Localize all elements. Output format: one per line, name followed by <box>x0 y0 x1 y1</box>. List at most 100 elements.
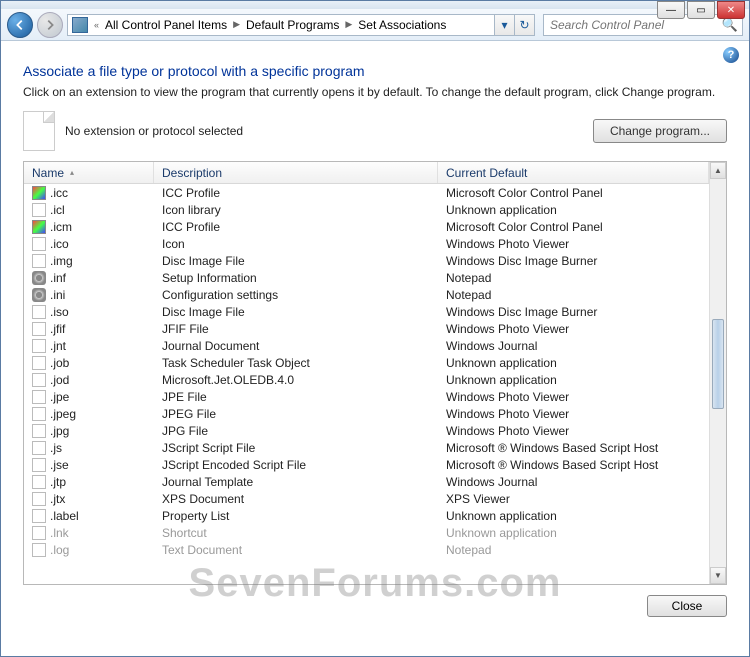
filetype-icon <box>32 458 46 472</box>
table-row[interactable]: .jpegJPEG FileWindows Photo Viewer <box>24 405 709 422</box>
list-header: Name▴ Description Current Default <box>24 162 709 184</box>
filetype-icon <box>32 322 46 336</box>
ext-label: .jfif <box>50 322 65 336</box>
table-row[interactable]: .log Text DocumentNotepad <box>24 541 709 558</box>
desc-cell: JPG File <box>154 424 438 438</box>
table-row[interactable]: .jsJScript Script FileMicrosoft ® Window… <box>24 439 709 456</box>
address-dropdown-button[interactable]: ▾ <box>495 14 515 36</box>
table-row[interactable]: .jpeJPE FileWindows Photo Viewer <box>24 388 709 405</box>
back-arrow-icon <box>13 18 27 32</box>
breadcrumb-default-programs[interactable]: Default Programs <box>242 15 343 35</box>
refresh-button[interactable]: ↻ <box>515 14 535 36</box>
desc-cell: Task Scheduler Task Object <box>154 356 438 370</box>
breadcrumb-overflow[interactable]: « <box>92 20 101 30</box>
default-cell: Windows Disc Image Burner <box>438 254 709 268</box>
forward-arrow-icon <box>43 18 57 32</box>
column-header-name[interactable]: Name▴ <box>24 162 154 183</box>
vertical-scrollbar[interactable]: ▲ ▼ <box>709 162 726 584</box>
filetype-icon <box>32 373 46 387</box>
breadcrumb-all-items[interactable]: All Control Panel Items <box>101 15 231 35</box>
table-row[interactable]: .jtpJournal TemplateWindows Journal <box>24 473 709 490</box>
table-row[interactable]: .lnkShortcutUnknown application <box>24 524 709 541</box>
scroll-up-button[interactable]: ▲ <box>710 162 726 179</box>
scroll-down-button[interactable]: ▼ <box>710 567 726 584</box>
default-cell: XPS Viewer <box>438 492 709 506</box>
desc-cell: Shortcut <box>154 526 438 540</box>
default-cell: Microsoft Color Control Panel <box>438 220 709 234</box>
filetype-icon <box>32 424 46 438</box>
table-row[interactable]: .jtxXPS DocumentXPS Viewer <box>24 490 709 507</box>
table-row[interactable]: .jntJournal DocumentWindows Journal <box>24 337 709 354</box>
default-cell: Windows Journal <box>438 475 709 489</box>
filetype-icon <box>32 441 46 455</box>
navigation-bar: « All Control Panel Items ▶ Default Prog… <box>1 9 749 41</box>
scroll-track[interactable] <box>710 179 726 567</box>
table-row[interactable]: .icmICC ProfileMicrosoft Color Control P… <box>24 218 709 235</box>
table-row[interactable]: .iclIcon libraryUnknown application <box>24 201 709 218</box>
filetype-icon <box>32 339 46 353</box>
filetype-icon <box>32 475 46 489</box>
desc-cell: Microsoft.Jet.OLEDB.4.0 <box>154 373 438 387</box>
default-cell: Unknown application <box>438 203 709 217</box>
desc-cell: Disc Image File <box>154 305 438 319</box>
help-icon[interactable]: ? <box>723 47 739 63</box>
ext-label: .ini <box>50 288 65 302</box>
desc-cell: Journal Template <box>154 475 438 489</box>
maximize-button[interactable]: ▭ <box>687 1 715 19</box>
ext-label: .label <box>50 509 79 523</box>
table-row[interactable]: .icoIconWindows Photo Viewer <box>24 235 709 252</box>
column-header-description[interactable]: Description <box>154 162 438 183</box>
chevron-right-icon: ▶ <box>231 19 242 30</box>
desc-cell: JScript Script File <box>154 441 438 455</box>
table-row[interactable]: .jodMicrosoft.Jet.OLEDB.4.0Unknown appli… <box>24 371 709 388</box>
scroll-thumb[interactable] <box>712 319 724 409</box>
close-button[interactable]: Close <box>647 595 727 617</box>
default-cell: Windows Photo Viewer <box>438 390 709 404</box>
selection-status: No extension or protocol selected <box>65 124 243 138</box>
desc-cell: Text Document <box>154 543 438 557</box>
default-cell: Windows Photo Viewer <box>438 322 709 336</box>
minimize-button[interactable]: ― <box>657 1 685 19</box>
ext-label: .jtx <box>50 492 65 506</box>
column-header-default[interactable]: Current Default <box>438 162 709 183</box>
table-row[interactable]: .label Property ListUnknown application <box>24 507 709 524</box>
table-row[interactable]: .iccICC ProfileMicrosoft Color Control P… <box>24 184 709 201</box>
page-title: Associate a file type or protocol with a… <box>23 63 727 79</box>
table-row[interactable]: .jobTask Scheduler Task ObjectUnknown ap… <box>24 354 709 371</box>
desc-cell: Icon library <box>154 203 438 217</box>
filetype-icon <box>32 390 46 404</box>
desc-cell: Journal Document <box>154 339 438 353</box>
address-bar[interactable]: « All Control Panel Items ▶ Default Prog… <box>67 14 495 36</box>
desc-cell: ICC Profile <box>154 220 438 234</box>
table-row[interactable]: .iniConfiguration settingsNotepad <box>24 286 709 303</box>
forward-button[interactable] <box>37 12 63 38</box>
filetype-icon <box>32 356 46 370</box>
default-cell: Windows Photo Viewer <box>438 424 709 438</box>
default-cell: Windows Photo Viewer <box>438 407 709 421</box>
desc-cell: ICC Profile <box>154 186 438 200</box>
table-row[interactable]: .isoDisc Image FileWindows Disc Image Bu… <box>24 303 709 320</box>
filetype-icon <box>32 254 46 268</box>
filetype-icon <box>32 288 46 302</box>
change-program-button[interactable]: Change program... <box>593 119 727 143</box>
desc-cell: Property List <box>154 509 438 523</box>
default-cell: Unknown application <box>438 526 709 540</box>
breadcrumb-set-associations[interactable]: Set Associations <box>354 15 450 35</box>
table-row[interactable]: .jseJScript Encoded Script FileMicrosoft… <box>24 456 709 473</box>
back-button[interactable] <box>7 12 33 38</box>
table-row[interactable]: .imgDisc Image FileWindows Disc Image Bu… <box>24 252 709 269</box>
desc-cell: Disc Image File <box>154 254 438 268</box>
ext-label: .jod <box>50 373 69 387</box>
desc-cell: Icon <box>154 237 438 251</box>
window-close-button[interactable]: ✕ <box>717 1 745 19</box>
table-row[interactable]: .infSetup InformationNotepad <box>24 269 709 286</box>
table-row[interactable]: .jpgJPG FileWindows Photo Viewer <box>24 422 709 439</box>
default-cell: Notepad <box>438 543 709 557</box>
table-row[interactable]: .jfifJFIF FileWindows Photo Viewer <box>24 320 709 337</box>
default-cell: Unknown application <box>438 509 709 523</box>
filetype-icon <box>32 203 46 217</box>
ext-label: .log <box>50 543 69 557</box>
ext-label: .icc <box>50 186 68 200</box>
default-cell: Windows Journal <box>438 339 709 353</box>
window-controls: ― ▭ ✕ <box>657 1 745 19</box>
